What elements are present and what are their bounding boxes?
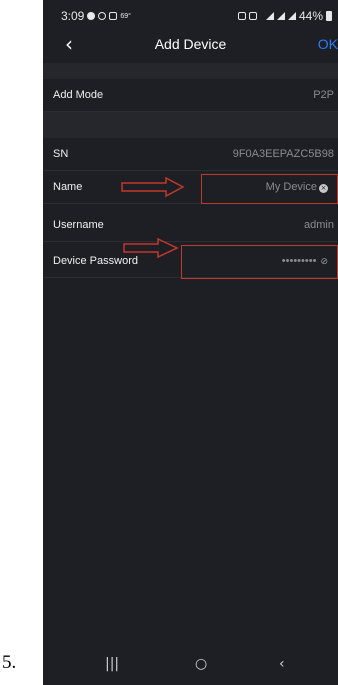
status-left: 3:09 69° bbox=[61, 9, 131, 23]
status-time: 3:09 bbox=[61, 9, 85, 23]
sn-label: SN bbox=[53, 148, 69, 160]
sn-row: SN 9F0A3EEPAZC5B98 bbox=[43, 138, 338, 171]
alarm-icon bbox=[248, 12, 257, 20]
wifi-icon bbox=[276, 12, 285, 20]
password-label: Device Password bbox=[53, 255, 138, 267]
add-mode-label: Add Mode bbox=[53, 89, 104, 101]
battery-percent: 44% bbox=[298, 9, 323, 23]
add-mode-row[interactable]: Add Mode P2P bbox=[43, 79, 338, 112]
status-right: 44% bbox=[237, 9, 332, 23]
section-spacer bbox=[43, 63, 338, 79]
notification-dot-icon bbox=[87, 12, 96, 20]
battery-icon bbox=[326, 11, 332, 21]
phone-screen: 3:09 69° 44% ‹ Add Device OK Add Mode P2… bbox=[43, 0, 338, 685]
status-temp: 69° bbox=[120, 12, 131, 20]
sn-value: 9F0A3EEPAZC5B98 bbox=[232, 148, 334, 160]
nav-bar: ‹ Add Device OK bbox=[43, 30, 338, 60]
home-circle-icon[interactable]: ○ bbox=[195, 656, 207, 672]
instagram-icon bbox=[98, 12, 107, 20]
system-nav-bar: ||| ○ ‹ bbox=[43, 648, 338, 685]
add-mode-value: P2P bbox=[313, 89, 334, 101]
password-highlight-box bbox=[181, 245, 338, 279]
mute-icon bbox=[265, 12, 274, 20]
lock-icon bbox=[237, 12, 246, 20]
section-spacer bbox=[43, 112, 338, 138]
username-row[interactable]: Username admin bbox=[43, 209, 338, 242]
name-highlight-box bbox=[201, 174, 338, 204]
username-label: Username bbox=[53, 219, 104, 231]
ok-button[interactable]: OK bbox=[318, 36, 338, 52]
signal-icon bbox=[287, 12, 296, 20]
gallery-icon bbox=[109, 12, 118, 20]
recents-icon[interactable]: ||| bbox=[105, 656, 119, 672]
step-number: 5. bbox=[2, 652, 17, 673]
back-chevron-icon[interactable]: ‹ bbox=[279, 656, 285, 672]
name-label: Name bbox=[53, 181, 83, 193]
page-title: Add Device bbox=[154, 36, 227, 52]
status-bar: 3:09 69° 44% bbox=[43, 0, 338, 30]
username-value: admin bbox=[304, 219, 334, 231]
